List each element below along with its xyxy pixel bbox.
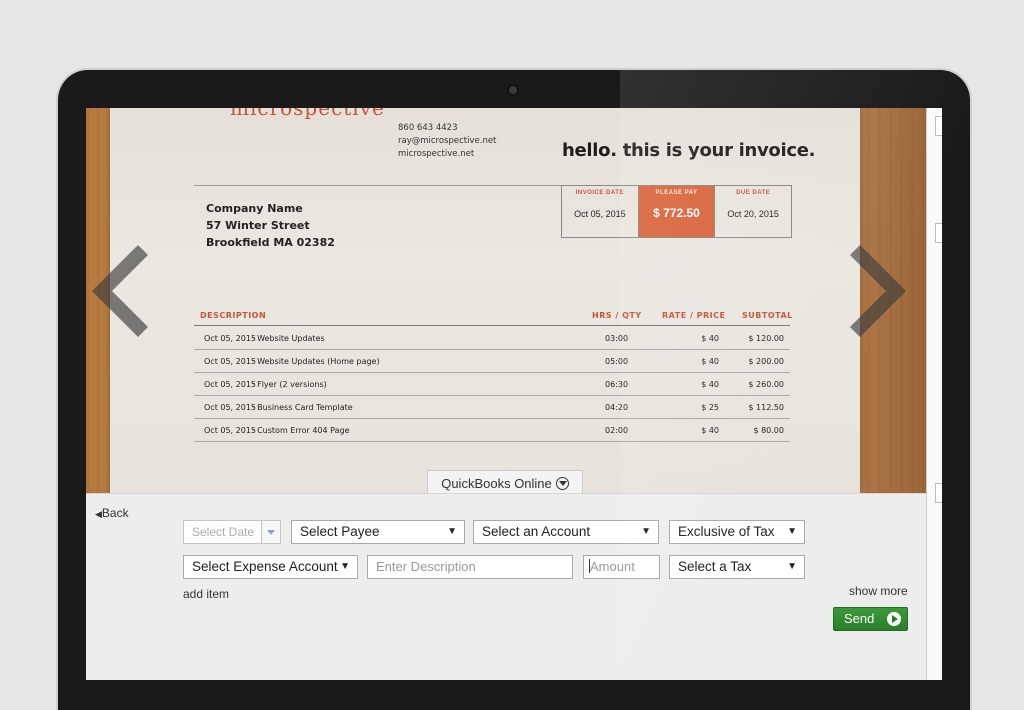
chevron-down-icon: ▼ — [340, 561, 350, 572]
chevron-down-icon: ▼ — [641, 526, 651, 537]
row-subtotal: $ 200.00 — [748, 357, 784, 366]
tax-mode-dropdown[interactable]: Exclusive of Tax ▼ — [669, 520, 805, 544]
please-pay-label: PLEASE PAY — [655, 190, 698, 196]
address-city: Brookfield MA 02382 — [206, 236, 335, 249]
row-date: Oct 05, 2015 — [204, 426, 256, 435]
due-date-cell: DUE DATE Oct 20, 2015 — [715, 186, 791, 237]
row-rate: $ 40 — [701, 334, 719, 343]
screen: microspective 860 643 4423 ray@microspec… — [86, 108, 941, 680]
row-hrs: 06:30 — [605, 380, 629, 389]
select-tax-dropdown[interactable]: Select a Tax ▼ — [669, 555, 805, 579]
play-circle-icon — [887, 612, 901, 626]
invoice-date-value: Oct 05, 2015 — [574, 209, 626, 219]
table-row: Oct 05, 2015 · Flyer (2 versions) 06:30 … — [194, 372, 790, 396]
next-arrow-icon[interactable] — [850, 245, 906, 337]
contact-phone: 860 643 4423 — [398, 123, 458, 133]
table-row: Oct 05, 2015 · Custom Error 404 Page 02:… — [194, 418, 790, 442]
expense-account-label: Select Expense Account — [192, 559, 338, 574]
brand-logo: microspective — [230, 108, 385, 120]
invoice-paper: microspective 860 643 4423 ray@microspec… — [110, 108, 860, 493]
show-more-link[interactable]: show more — [849, 584, 908, 598]
invoice-date-label: INVOICE DATE — [575, 190, 624, 196]
column-header-rate: RATE / PRICE — [662, 311, 726, 320]
row-rate: $ 40 — [701, 426, 719, 435]
row-description: · Custom Error 404 Page — [252, 426, 350, 435]
column-header-description: DESCRIPTION — [200, 311, 267, 320]
row-date: Oct 05, 2015 — [204, 403, 256, 412]
chevron-down-icon: ▼ — [787, 526, 797, 537]
chevron-down-icon: ▼ — [787, 561, 797, 572]
select-account-dropdown[interactable]: Select an Account ▼ — [473, 520, 659, 544]
row-subtotal: $ 112.50 — [748, 403, 784, 412]
please-pay-value: $ 772.50 — [653, 206, 700, 220]
row-hrs: 04:20 — [605, 403, 629, 412]
table-row: Oct 05, 2015 · Website Updates (Home pag… — [194, 349, 790, 373]
column-header-subtotal: SUBTOTAL — [742, 311, 793, 320]
address-street: 57 Winter Street — [206, 219, 310, 232]
please-pay-cell: PLEASE PAY $ 772.50 — [637, 186, 716, 237]
select-payee-label: Select Payee — [300, 524, 380, 539]
sidebar-tab[interactable] — [935, 223, 942, 243]
invoice-summary-box: INVOICE DATE Oct 05, 2015 PLEASE PAY $ 7… — [561, 185, 792, 238]
chevron-down-circle-icon — [555, 477, 569, 490]
amount-input[interactable]: Amount — [583, 555, 660, 579]
send-button[interactable]: Send — [833, 607, 908, 631]
contact-website: microspective.net — [398, 149, 475, 159]
sidebar-tab[interactable] — [935, 116, 942, 136]
chevron-down-icon — [261, 521, 280, 543]
row-subtotal: $ 260.00 — [748, 380, 784, 389]
chevron-down-icon: ▼ — [447, 526, 457, 537]
select-date-dropdown[interactable]: Select Date — [183, 520, 281, 544]
row-date: Oct 05, 2015 — [204, 357, 256, 366]
description-input[interactable]: Enter Description — [367, 555, 573, 579]
select-date-label: Select Date — [192, 525, 255, 539]
send-label: Send — [844, 611, 875, 626]
sidebar-tab[interactable] — [935, 483, 942, 503]
table-row: Oct 05, 2015 · Website Updates 03:00 $ 4… — [194, 326, 790, 350]
quickbooks-tab-label: QuickBooks Online — [441, 476, 552, 491]
expense-form-panel: ◀Back Select Date Select Payee ▼ Select a… — [86, 493, 926, 680]
row-description: · Website Updates — [252, 334, 325, 343]
invoice-date-cell: INVOICE DATE Oct 05, 2015 — [562, 186, 638, 237]
row-rate: $ 40 — [701, 357, 719, 366]
invoice-photo: microspective 860 643 4423 ray@microspec… — [86, 108, 926, 493]
select-payee-dropdown[interactable]: Select Payee ▼ — [291, 520, 465, 544]
table-row: Oct 05, 2015 · Business Card Template 04… — [194, 395, 790, 419]
column-header-hrs: HRS / QTY — [592, 311, 642, 320]
due-date-value: Oct 20, 2015 — [727, 209, 779, 219]
row-subtotal: $ 120.00 — [748, 334, 784, 343]
tax-mode-label: Exclusive of Tax — [678, 524, 775, 539]
expense-account-dropdown[interactable]: Select Expense Account ▼ — [183, 555, 358, 579]
row-hrs: 05:00 — [605, 357, 629, 366]
back-link[interactable]: ◀Back — [95, 506, 129, 520]
row-subtotal: $ 80.00 — [753, 426, 784, 435]
add-item-link[interactable]: add item — [183, 587, 229, 601]
row-description: · Business Card Template — [252, 403, 353, 412]
row-hrs: 02:00 — [605, 426, 629, 435]
due-date-label: DUE DATE — [736, 190, 771, 196]
row-description: · Website Updates (Home page) — [252, 357, 380, 366]
contact-block: 860 643 4423 ray@microspective.net micro… — [398, 122, 496, 161]
row-date: Oct 05, 2015 — [204, 334, 256, 343]
row-date: Oct 05, 2015 — [204, 380, 256, 389]
amount-placeholder: Amount — [590, 559, 635, 574]
partial-sidebar — [926, 108, 942, 680]
contact-email: ray@microspective.net — [398, 136, 497, 146]
address-company: Company Name — [206, 202, 303, 215]
invoice-headline: hello. this is your invoice. — [562, 140, 816, 161]
row-rate: $ 25 — [701, 403, 719, 412]
row-description: · Flyer (2 versions) — [252, 380, 327, 389]
row-rate: $ 40 — [701, 380, 719, 389]
back-label: Back — [101, 506, 129, 520]
select-tax-label: Select a Tax — [678, 559, 752, 574]
back-caret-icon: ◀ — [95, 509, 102, 519]
row-hrs: 03:00 — [605, 334, 629, 343]
select-account-label: Select an Account — [482, 524, 591, 539]
prev-arrow-icon[interactable] — [92, 245, 148, 337]
description-placeholder: Enter Description — [376, 559, 476, 574]
address-block: Company Name 57 Winter Street Brookfield… — [206, 200, 335, 251]
camera-icon — [509, 86, 517, 94]
